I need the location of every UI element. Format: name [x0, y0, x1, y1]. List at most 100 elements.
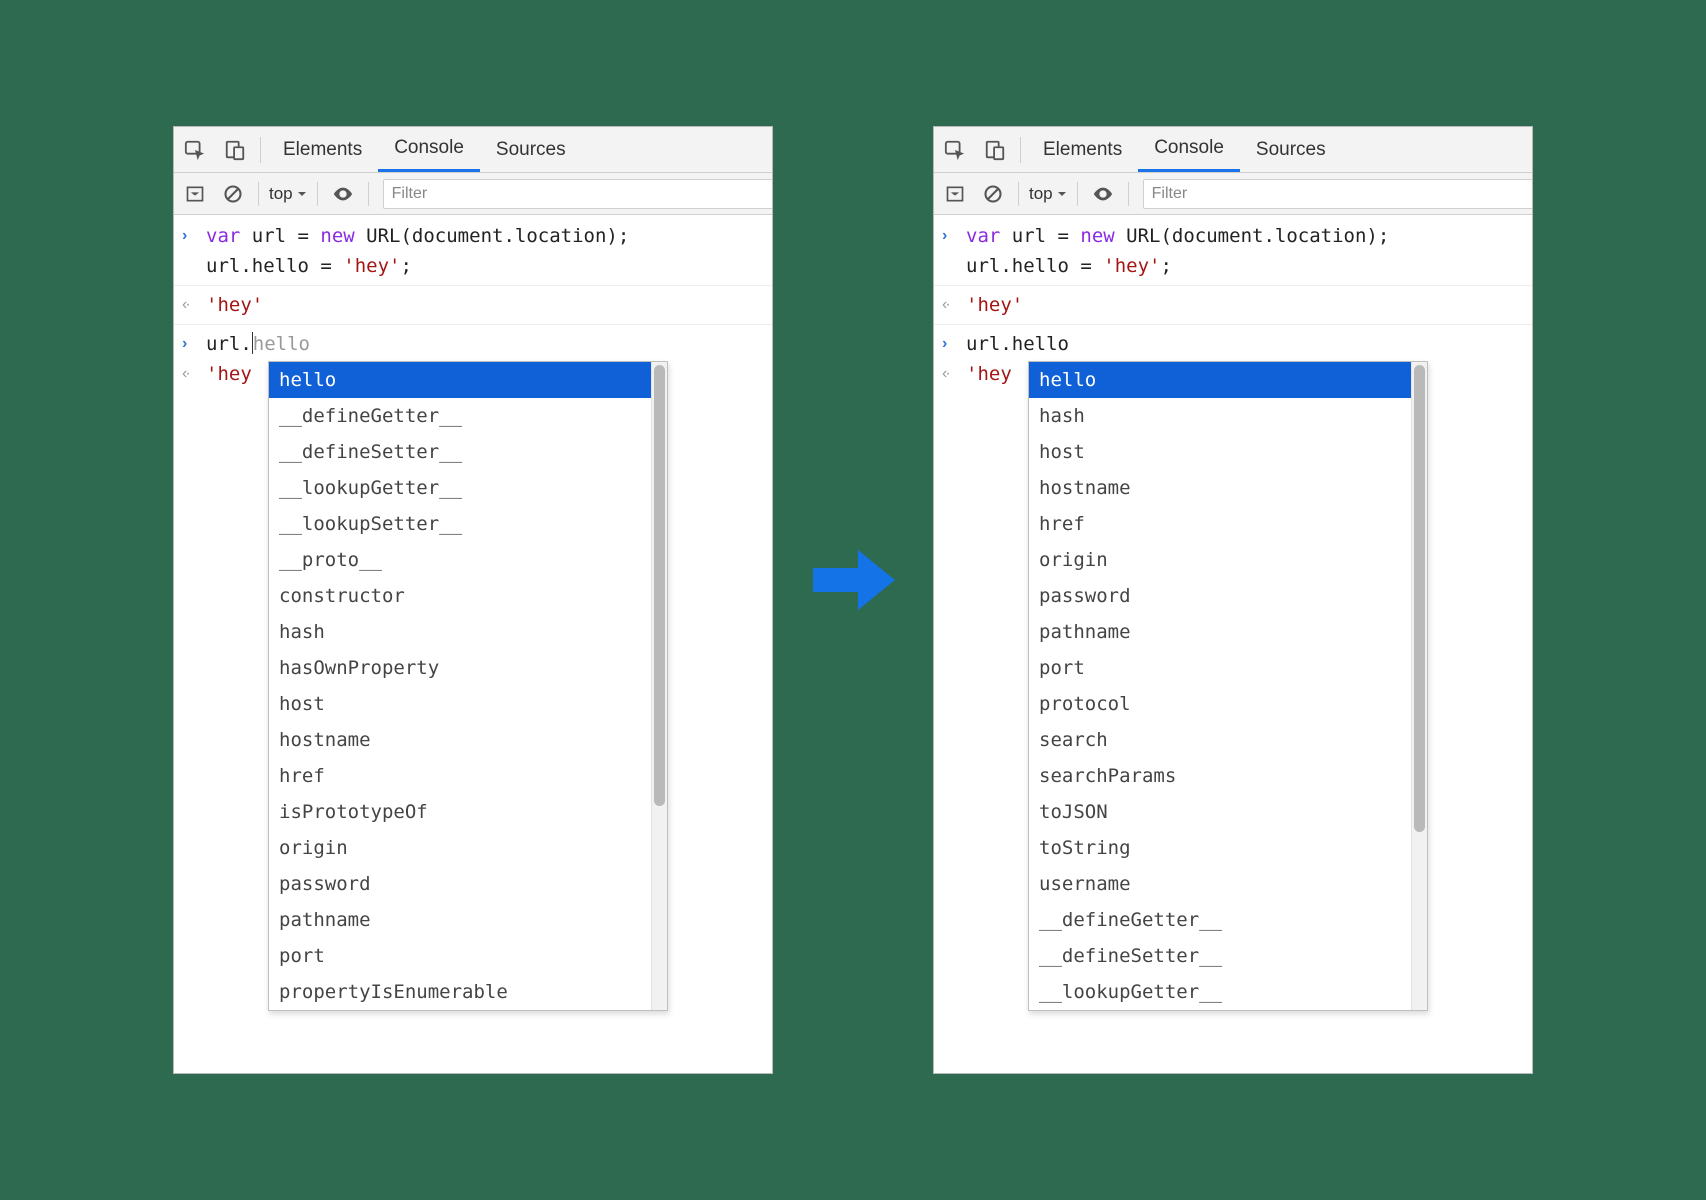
- autocomplete-item[interactable]: __lookupSetter__: [269, 506, 651, 542]
- context-label: top: [269, 184, 293, 204]
- autocomplete-item[interactable]: pathname: [1029, 614, 1411, 650]
- scrollbar[interactable]: [1411, 362, 1427, 1010]
- autocomplete-item[interactable]: hasOwnProperty: [269, 650, 651, 686]
- autocomplete-item[interactable]: origin: [269, 830, 651, 866]
- scrollbar[interactable]: [651, 362, 667, 1010]
- autocomplete-item[interactable]: password: [1029, 578, 1411, 614]
- divider: [258, 182, 259, 206]
- context-selector[interactable]: top: [1029, 184, 1067, 204]
- tab-bar: Elements Console Sources: [174, 127, 772, 173]
- autocomplete-item[interactable]: pathname: [269, 902, 651, 938]
- comparison-stage: Elements Console Sources top Filter: [173, 126, 1533, 1074]
- arrow-icon: [803, 530, 903, 630]
- filter-input[interactable]: Filter: [1143, 179, 1532, 209]
- sidebar-toggle-icon[interactable]: [180, 179, 210, 209]
- divider: [317, 182, 318, 206]
- tab-sources[interactable]: Sources: [1240, 127, 1342, 172]
- current-input[interactable]: url.hello: [966, 329, 1524, 359]
- filter-placeholder: Filter: [1152, 185, 1188, 203]
- tab-console[interactable]: Console: [378, 127, 480, 172]
- tab-sources[interactable]: Sources: [480, 127, 582, 172]
- autocomplete-item[interactable]: __defineSetter__: [1029, 938, 1411, 974]
- output-marker-icon: ‹·: [942, 359, 966, 389]
- filter-placeholder: Filter: [392, 185, 428, 203]
- current-input[interactable]: url.hello: [206, 329, 764, 359]
- autocomplete-item[interactable]: __lookupGetter__: [1029, 974, 1411, 1010]
- divider: [1018, 182, 1019, 206]
- eye-icon[interactable]: [328, 179, 358, 209]
- scrollbar-thumb[interactable]: [1414, 365, 1425, 832]
- tab-console[interactable]: Console: [1138, 127, 1240, 172]
- autocomplete-item[interactable]: hash: [269, 614, 651, 650]
- autocomplete-item[interactable]: protocol: [1029, 686, 1411, 722]
- autocomplete-item[interactable]: host: [269, 686, 651, 722]
- chevron-down-icon: [297, 189, 307, 199]
- input-marker-icon: ›: [182, 221, 206, 251]
- divider: [1077, 182, 1078, 206]
- device-toggle-icon[interactable]: [216, 131, 254, 169]
- code-line: url.hello = 'hey';: [206, 251, 764, 281]
- autocomplete-item[interactable]: hostname: [1029, 470, 1411, 506]
- autocomplete-item[interactable]: href: [1029, 506, 1411, 542]
- autocomplete-item[interactable]: hello: [269, 362, 651, 398]
- autocomplete-item[interactable]: searchParams: [1029, 758, 1411, 794]
- autocomplete-item[interactable]: toJSON: [1029, 794, 1411, 830]
- autocomplete-popup: hellohashhosthostnamehreforiginpasswordp…: [1028, 361, 1428, 1011]
- inspect-icon[interactable]: [936, 131, 974, 169]
- console-toolbar: top Filter: [174, 173, 772, 215]
- tab-elements[interactable]: Elements: [267, 127, 378, 172]
- autocomplete-item[interactable]: username: [1029, 866, 1411, 902]
- sidebar-toggle-icon[interactable]: [940, 179, 970, 209]
- autocomplete-item[interactable]: toString: [1029, 830, 1411, 866]
- autocomplete-item[interactable]: hostname: [269, 722, 651, 758]
- autocomplete-list[interactable]: hello__defineGetter____defineSetter____l…: [269, 362, 651, 1010]
- autocomplete-item[interactable]: propertyIsEnumerable: [269, 974, 651, 1010]
- code-line: url.hello = 'hey';: [966, 251, 1524, 281]
- input-marker-icon: ›: [942, 329, 966, 359]
- autocomplete-list[interactable]: hellohashhosthostnamehreforiginpasswordp…: [1029, 362, 1411, 1010]
- output-marker-icon: ‹·: [182, 359, 206, 389]
- context-selector[interactable]: top: [269, 184, 307, 204]
- autocomplete-item[interactable]: password: [269, 866, 651, 902]
- autocomplete-item[interactable]: origin: [1029, 542, 1411, 578]
- input-marker-icon: ›: [942, 221, 966, 251]
- tab-elements[interactable]: Elements: [1027, 127, 1138, 172]
- device-toggle-icon[interactable]: [976, 131, 1014, 169]
- output-marker-icon: ‹·: [942, 290, 966, 320]
- context-label: top: [1029, 184, 1053, 204]
- autocomplete-item[interactable]: search: [1029, 722, 1411, 758]
- divider: [1128, 182, 1129, 206]
- console-toolbar: top Filter: [934, 173, 1532, 215]
- code-line: var url = new URL(document.location);: [966, 221, 1524, 251]
- autocomplete-item[interactable]: hash: [1029, 398, 1411, 434]
- autocomplete-item[interactable]: __lookupGetter__: [269, 470, 651, 506]
- divider: [368, 182, 369, 206]
- autocomplete-popup: hello__defineGetter____defineSetter____l…: [268, 361, 668, 1011]
- result-value: 'hey': [966, 290, 1524, 320]
- devtools-panel-right: Elements Console Sources top Filter: [933, 126, 1533, 1074]
- autocomplete-item[interactable]: hello: [1029, 362, 1411, 398]
- console-body[interactable]: › var url = new URL(document.location); …: [174, 215, 772, 1073]
- scrollbar-thumb[interactable]: [654, 365, 665, 806]
- inspect-icon[interactable]: [176, 131, 214, 169]
- autocomplete-item[interactable]: port: [1029, 650, 1411, 686]
- devtools-panel-left: Elements Console Sources top Filter: [173, 126, 773, 1074]
- clear-console-icon[interactable]: [978, 179, 1008, 209]
- console-body[interactable]: › var url = new URL(document.location); …: [934, 215, 1532, 1073]
- clear-console-icon[interactable]: [218, 179, 248, 209]
- autocomplete-item[interactable]: constructor: [269, 578, 651, 614]
- output-marker-icon: ‹·: [182, 290, 206, 320]
- autocomplete-item[interactable]: href: [269, 758, 651, 794]
- autocomplete-item[interactable]: __defineGetter__: [1029, 902, 1411, 938]
- eye-icon[interactable]: [1088, 179, 1118, 209]
- filter-input[interactable]: Filter: [383, 179, 772, 209]
- result-value: 'hey': [206, 290, 764, 320]
- autocomplete-item[interactable]: port: [269, 938, 651, 974]
- input-marker-icon: ›: [182, 329, 206, 359]
- divider: [1020, 137, 1021, 163]
- autocomplete-item[interactable]: isPrototypeOf: [269, 794, 651, 830]
- autocomplete-item[interactable]: host: [1029, 434, 1411, 470]
- autocomplete-item[interactable]: __proto__: [269, 542, 651, 578]
- autocomplete-item[interactable]: __defineSetter__: [269, 434, 651, 470]
- autocomplete-item[interactable]: __defineGetter__: [269, 398, 651, 434]
